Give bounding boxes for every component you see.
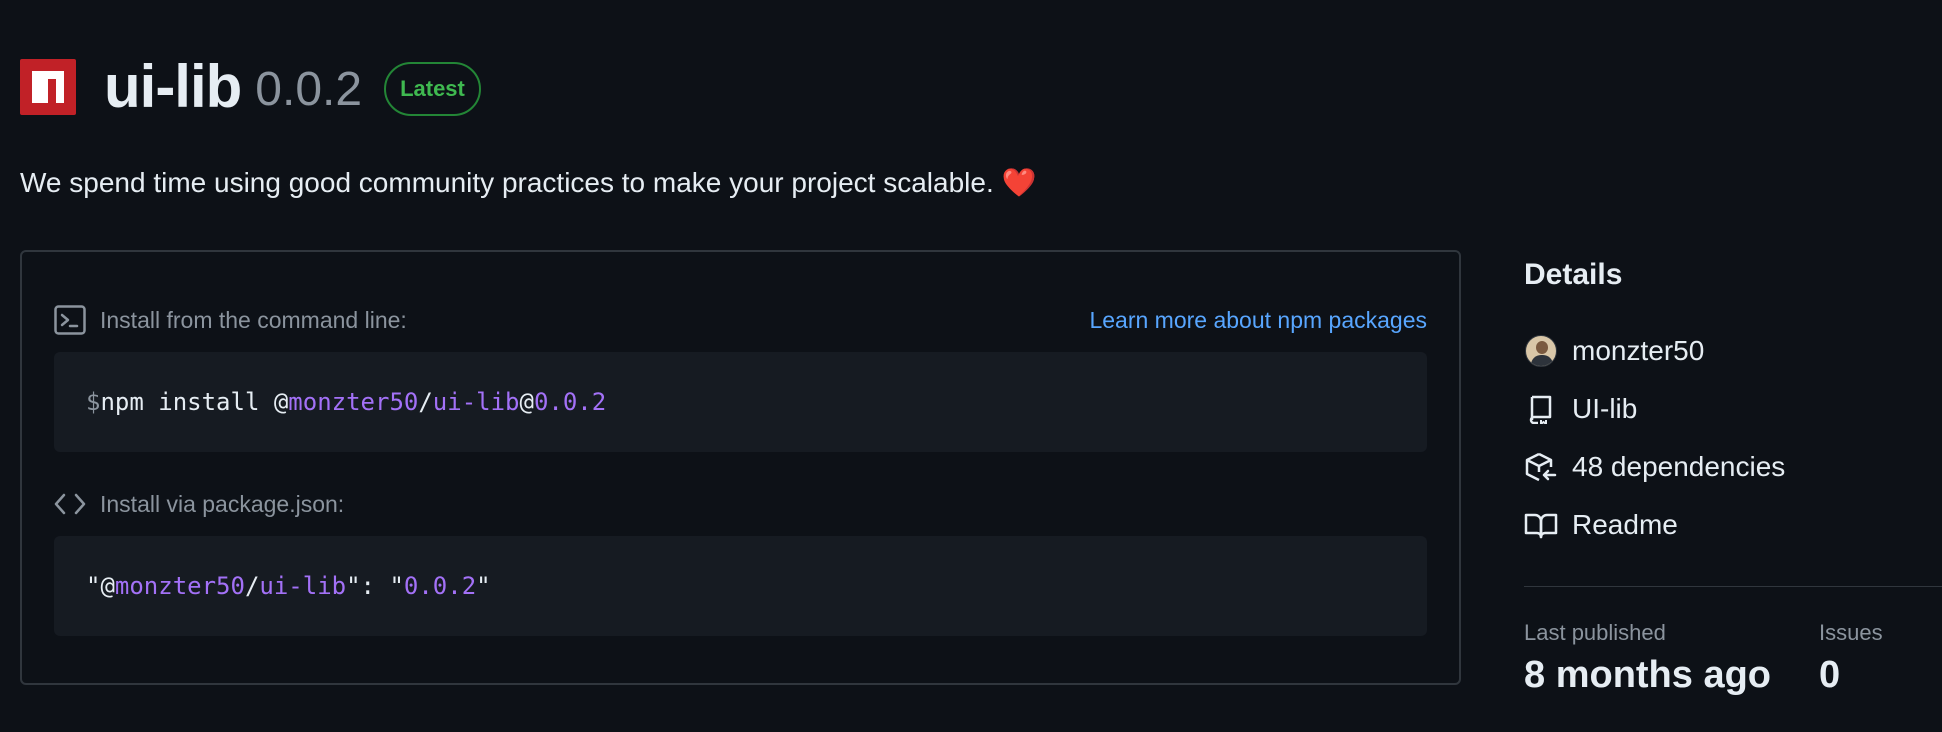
details-title: Details xyxy=(1524,258,1623,291)
avatar xyxy=(1524,334,1558,368)
cmd-slash: / xyxy=(418,388,433,416)
json-quote-open: "@ xyxy=(86,572,115,600)
package-header: ui-lib 0.0.2 Latest xyxy=(20,52,481,121)
install-command-code[interactable]: $ npm install @ monzter50/ui-lib @0.0.2 xyxy=(54,352,1427,452)
detail-readme[interactable]: Readme xyxy=(1524,496,1942,554)
install-json-header: Install via package.json: xyxy=(54,484,1427,524)
stat-issues-value: 0 xyxy=(1819,654,1841,696)
detail-readme-label: Readme xyxy=(1572,509,1678,540)
package-stats: Last published 8 months ago Issues 0 xyxy=(1524,620,1942,697)
package-dependencies-icon xyxy=(1524,450,1558,484)
detail-dependencies[interactable]: 48 dependencies xyxy=(1524,438,1942,496)
cmd-prefix: npm install @ xyxy=(100,388,289,416)
install-cmd-label: Install from the command line: xyxy=(100,306,407,333)
install-box: Install from the command line: Learn mor… xyxy=(20,250,1461,685)
latest-badge: Latest xyxy=(384,61,481,116)
npm-logo xyxy=(20,58,76,115)
package-description: We spend time using good community pract… xyxy=(20,166,1036,199)
heart-emoji: ❤️ xyxy=(1001,167,1037,198)
description-text: We spend time using good community pract… xyxy=(20,167,994,198)
json-quote-close: " xyxy=(476,572,491,600)
code-icon xyxy=(54,493,86,515)
prompt-symbol: $ xyxy=(86,388,101,416)
package-name: ui-lib xyxy=(104,53,242,120)
package-json-code[interactable]: "@ monzter50/ui-lib ": " 0.0.2 " xyxy=(54,536,1427,636)
cmd-name: ui-lib xyxy=(432,388,520,416)
terminal-icon xyxy=(54,305,86,335)
stat-issues[interactable]: Issues 0 xyxy=(1819,620,1883,697)
json-scope: monzter50 xyxy=(114,572,245,600)
detail-dependencies-label: 48 dependencies xyxy=(1572,451,1786,482)
book-icon xyxy=(1524,508,1558,542)
detail-repo-label: UI-lib xyxy=(1572,393,1638,424)
json-mid: ": " xyxy=(346,572,404,600)
install-json-label: Install via package.json: xyxy=(100,490,345,517)
json-version: 0.0.2 xyxy=(403,572,477,600)
stat-last-published-label: Last published xyxy=(1524,620,1666,645)
package-version: 0.0.2 xyxy=(255,63,363,116)
details-panel: Details monzter50 UI-lib 48 dependencies xyxy=(1524,258,1942,554)
stat-last-published-value: 8 months ago xyxy=(1524,654,1772,696)
details-divider xyxy=(1524,586,1942,587)
stat-last-published: Last published 8 months ago xyxy=(1524,620,1771,697)
detail-owner[interactable]: monzter50 xyxy=(1524,322,1942,380)
repo-icon xyxy=(1524,392,1558,426)
json-slash: / xyxy=(244,572,260,600)
learn-more-link[interactable]: Learn more about npm packages xyxy=(1089,307,1427,334)
cmd-at: @ xyxy=(519,388,534,416)
detail-owner-label: monzter50 xyxy=(1572,335,1705,366)
install-cmd-header: Install from the command line: Learn mor… xyxy=(54,300,1427,340)
json-name: ui-lib xyxy=(259,572,347,600)
stat-issues-label: Issues xyxy=(1819,620,1883,645)
detail-repo[interactable]: UI-lib xyxy=(1524,380,1942,438)
cmd-version: 0.0.2 xyxy=(533,388,607,416)
cmd-scope: monzter50 xyxy=(288,388,419,416)
